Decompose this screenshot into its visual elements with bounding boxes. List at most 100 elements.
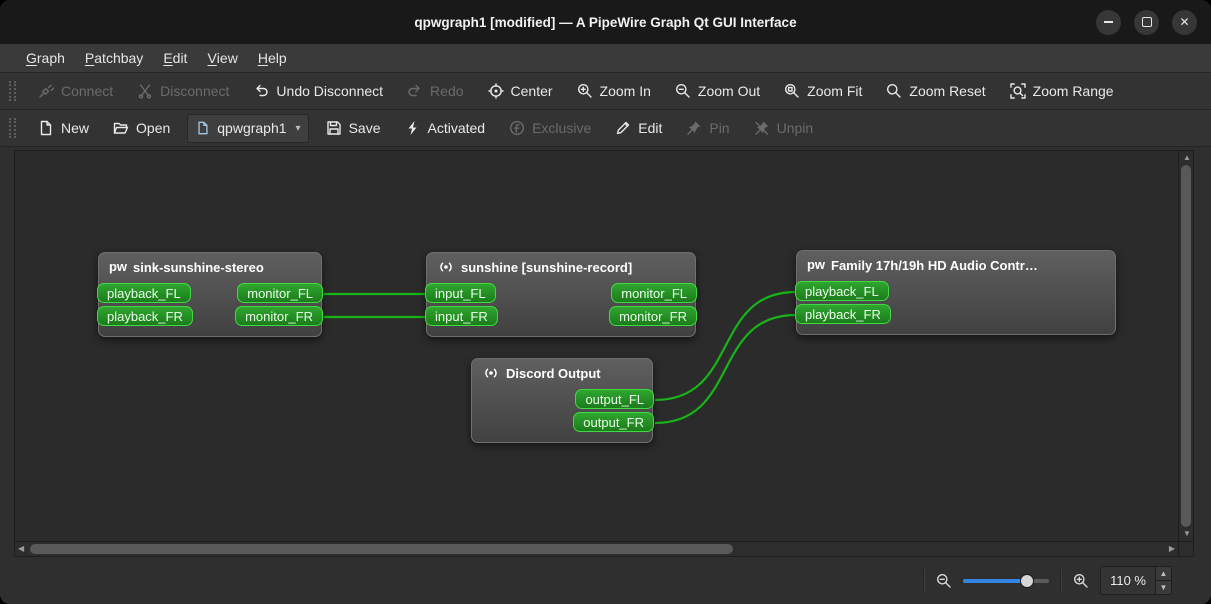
node-title-text: sunshine [sunshine-record] — [461, 259, 633, 275]
node-discord-output[interactable]: Discord Output output_FL output_FR — [471, 358, 654, 443]
menu-graph[interactable]: Graph — [16, 44, 75, 72]
port-monitor_FR[interactable]: monitor_FR — [235, 306, 323, 326]
port-playback_FR[interactable]: playback_FR — [795, 304, 891, 324]
undo-disconnect-button[interactable]: Undo Disconnect — [242, 77, 394, 106]
graph-canvas[interactable]: pw sink-sunshine-stereo playback_FL monitor… — [14, 150, 1179, 542]
activated-button[interactable]: Activated — [394, 114, 497, 143]
zoom-in-button[interactable]: Zoom In — [566, 77, 662, 106]
unpin-button: Unpin — [743, 114, 825, 143]
zoom-reset-icon — [886, 83, 902, 99]
zoom-range-button[interactable]: Zoom Range — [999, 77, 1125, 106]
port-row: playback_FR monitor_FR — [97, 306, 323, 326]
center-icon — [487, 83, 504, 99]
scroll-left-arrow[interactable]: ◀ — [18, 545, 24, 553]
toolbar-label: Connect — [61, 83, 114, 99]
new-button[interactable]: New — [27, 114, 100, 143]
toolbar-drag-handle[interactable] — [9, 118, 16, 138]
node-family-audio[interactable]: pw Family 17h/19h HD Audio Contr… playback… — [795, 250, 1116, 335]
toolbar-label: Zoom Range — [1032, 83, 1114, 99]
app-window: qpwgraph1 [modified] — A PipeWire Graph … — [0, 0, 1211, 604]
menu-help[interactable]: Help — [248, 44, 297, 72]
zoom-in-icon[interactable] — [1073, 573, 1089, 589]
port-playback_FL[interactable]: playback_FL — [795, 281, 889, 301]
statusbar: 110 % ▲ ▼ — [0, 557, 1211, 604]
save-button[interactable]: Save — [315, 114, 392, 143]
port-row: input_FR monitor_FR — [425, 306, 697, 326]
pipewire-icon: pw — [806, 257, 826, 272]
record-icon — [438, 259, 454, 275]
zoom-slider[interactable] — [963, 573, 1050, 588]
titlebar[interactable]: qpwgraph1 [modified] — A PipeWire Graph … — [0, 0, 1211, 44]
node-title-text: sink-sunshine-stereo — [133, 259, 264, 275]
toolbar-label: Center — [510, 83, 553, 99]
window-title: qpwgraph1 [modified] — A PipeWire Graph … — [414, 14, 797, 30]
zoom-slider-fill — [963, 578, 1027, 583]
pin-button: Pin — [675, 114, 740, 143]
redo-button: Redo — [396, 77, 474, 106]
port-monitor_FL[interactable]: monitor_FL — [611, 283, 697, 303]
connect-icon — [38, 83, 54, 99]
menu-edit[interactable]: Edit — [153, 44, 197, 72]
node-title: pw sink-sunshine-stereo — [99, 253, 321, 280]
maximize-button[interactable] — [1134, 9, 1159, 35]
zoom-reset-button[interactable]: Zoom Reset — [875, 77, 996, 106]
toolbar-label: Activated — [427, 120, 486, 136]
node-title-text: Family 17h/19h HD Audio Contr… — [831, 257, 1038, 273]
zoom-slider-handle[interactable] — [1019, 573, 1034, 588]
session-combo[interactable]: qpwgraph1 ▾ — [187, 113, 309, 143]
menu-view[interactable]: View — [197, 44, 247, 72]
port-playback_FR[interactable]: playback_FR — [97, 306, 193, 326]
port-output_FL[interactable]: output_FL — [575, 389, 654, 409]
zoom-out-button[interactable]: Zoom Out — [664, 77, 771, 106]
vertical-scrollbar[interactable]: ▲ ▼ — [1179, 150, 1194, 542]
connections-layer — [323, 290, 797, 425]
spinbox-arrows: ▲ ▼ — [1155, 567, 1171, 594]
toolbar-label: Zoom Reset — [909, 83, 986, 99]
scroll-up-arrow[interactable]: ▲ — [1183, 154, 1191, 162]
horizontal-scrollbar-thumb[interactable] — [30, 544, 733, 554]
spin-up-button[interactable]: ▲ — [1156, 567, 1171, 581]
port-playback_FL[interactable]: playback_FL — [97, 283, 191, 303]
port-row: output_FR — [472, 412, 654, 432]
vertical-scrollbar-thumb[interactable] — [1181, 165, 1191, 527]
close-button[interactable]: ✕ — [1172, 9, 1197, 35]
toolbar-label: New — [61, 120, 90, 136]
menubar: Graph Patchbay Edit View Help — [0, 44, 1211, 73]
zoom-out-icon[interactable] — [936, 573, 952, 589]
scroll-right-arrow[interactable]: ▶ — [1169, 545, 1175, 553]
port-monitor_FL[interactable]: monitor_FL — [237, 283, 323, 303]
statusbar-separator — [923, 568, 926, 593]
maximize-icon — [1141, 17, 1152, 27]
port-monitor_FR[interactable]: monitor_FR — [609, 306, 697, 326]
port-output_FR[interactable]: output_FR — [573, 412, 654, 432]
port-input_FR[interactable]: input_FR — [425, 306, 498, 326]
minimize-button[interactable] — [1096, 9, 1121, 35]
node-sink-sunshine-stereo[interactable]: pw sink-sunshine-stereo playback_FL monitor… — [97, 252, 323, 337]
statusbar-separator — [1060, 568, 1063, 593]
record-icon — [483, 365, 499, 381]
toolbar-label: Save — [348, 120, 381, 136]
horizontal-scrollbar[interactable]: ◀ ▶ — [14, 542, 1179, 557]
open-button[interactable]: Open — [102, 114, 181, 143]
exclusive-icon — [509, 120, 525, 136]
node-sunshine[interactable]: sunshine [sunshine-record] input_FL monito… — [425, 252, 697, 337]
toolbar-label: Zoom Fit — [807, 83, 863, 99]
redo-icon — [407, 83, 423, 99]
center-button[interactable]: Center — [477, 77, 564, 106]
node-title: Discord Output — [472, 359, 652, 386]
port-row: output_FL — [472, 389, 654, 409]
menu-patchbay[interactable]: Patchbay — [75, 44, 153, 72]
zoom-in-icon — [577, 83, 593, 99]
edit-button[interactable]: Edit — [604, 114, 673, 143]
toolbar-label: Disconnect — [160, 83, 230, 99]
zoom-fit-button[interactable]: Zoom Fit — [773, 77, 873, 106]
zoom-spinbox[interactable]: 110 % ▲ ▼ — [1100, 566, 1172, 595]
minimize-icon — [1104, 21, 1113, 23]
scroll-down-arrow[interactable]: ▼ — [1183, 530, 1191, 538]
port-input_FL[interactable]: input_FL — [425, 283, 496, 303]
zoom-range-icon — [1009, 83, 1026, 99]
toolbar-drag-handle[interactable] — [9, 81, 16, 101]
spin-down-button[interactable]: ▼ — [1156, 581, 1171, 594]
disconnect-button: Disconnect — [126, 77, 240, 106]
pipewire-icon: pw — [108, 259, 128, 274]
